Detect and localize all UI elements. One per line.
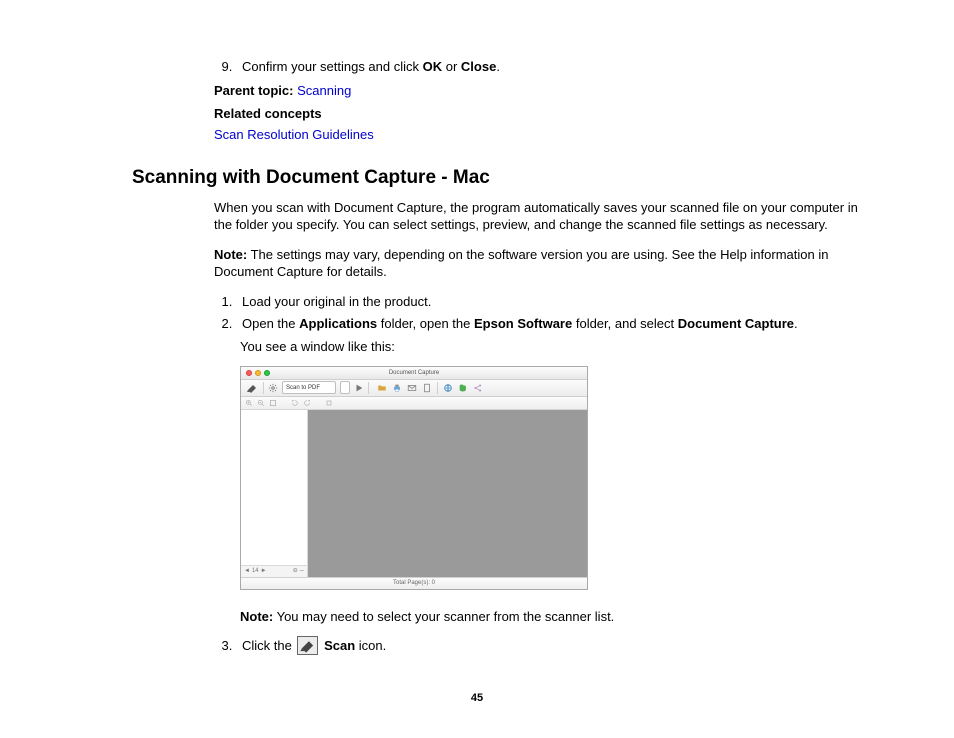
preview-area xyxy=(308,410,587,577)
s2-document-capture: Document Capture xyxy=(678,316,794,331)
step-9: Confirm your settings and click OK or Cl… xyxy=(236,58,864,76)
step9-close: Close xyxy=(461,59,496,74)
section-heading: Scanning with Document Capture - Mac xyxy=(132,165,864,191)
document-capture-window: Document Capture Scan to PDF xyxy=(240,366,588,590)
s2-pre: Open the xyxy=(242,316,299,331)
s2-mid1: folder, open the xyxy=(377,316,474,331)
steps-list: Load your original in the product. Open … xyxy=(214,293,864,332)
step-2: Open the Applications folder, open the E… xyxy=(236,315,864,333)
s2-epson-software: Epson Software xyxy=(474,316,572,331)
note1-text: The settings may vary, depending on the … xyxy=(214,247,828,280)
job-dropdown[interactable]: Scan to PDF xyxy=(282,381,336,394)
note1-label: Note: xyxy=(214,247,247,262)
note-1: Note: The settings may vary, depending o… xyxy=(214,246,864,281)
scan-inline-icon xyxy=(297,636,318,655)
fit-icon[interactable] xyxy=(269,399,277,407)
document-icon[interactable] xyxy=(422,383,432,393)
mail-icon[interactable] xyxy=(407,383,417,393)
toolbar-separator-3 xyxy=(437,382,438,394)
related-concepts-label: Related concepts xyxy=(214,105,864,123)
prev-page-icon[interactable]: ◄ xyxy=(244,567,250,575)
folder-icon[interactable] xyxy=(377,383,387,393)
step9-post: . xyxy=(496,59,500,74)
prev-step-9: Confirm your settings and click OK or Cl… xyxy=(214,58,864,143)
web-icon[interactable] xyxy=(443,383,453,393)
job-dropdown-value: Scan to PDF xyxy=(286,384,320,392)
scan-resolution-guidelines-link[interactable]: Scan Resolution Guidelines xyxy=(214,127,374,142)
printer-icon[interactable] xyxy=(392,383,402,393)
toolbar-separator xyxy=(263,382,264,394)
parent-topic-link[interactable]: Scanning xyxy=(297,83,351,98)
zoom-in-icon[interactable] xyxy=(245,399,253,407)
job-stepper[interactable] xyxy=(340,381,350,394)
yousee-line: You see a window like this: xyxy=(240,338,864,356)
main-toolbar: Scan to PDF xyxy=(241,380,587,397)
zoom-out-icon[interactable] xyxy=(257,399,265,407)
destination-icons xyxy=(377,382,483,394)
s3-scan-word: Scan xyxy=(320,638,355,653)
window-body: ◄ 14 ► ⊖ ─ xyxy=(241,410,587,577)
page-navigator: ◄ 14 ► ⊖ ─ xyxy=(241,565,307,577)
rotate-right-icon[interactable] xyxy=(303,399,311,407)
scan-icon[interactable] xyxy=(245,382,259,394)
run-job-icon[interactable] xyxy=(354,383,364,393)
s2-post: . xyxy=(794,316,798,331)
next-page-icon[interactable]: ► xyxy=(261,567,267,575)
status-text: Total Page(s): 0 xyxy=(393,579,435,587)
thumbnail-sidebar: ◄ 14 ► ⊖ ─ xyxy=(241,410,308,577)
gear-icon[interactable] xyxy=(268,383,278,393)
evernote-icon[interactable] xyxy=(458,383,468,393)
step9-ok: OK xyxy=(423,59,443,74)
s2-applications: Applications xyxy=(299,316,377,331)
note2-text: You may need to select your scanner from… xyxy=(273,609,614,624)
step-3: Click the Scan icon. xyxy=(236,637,864,656)
toolbar-separator-2 xyxy=(368,382,369,394)
mac-titlebar: Document Capture xyxy=(241,367,587,380)
document-page: Confirm your settings and click OK or Cl… xyxy=(0,0,954,656)
step-1: Load your original in the product. xyxy=(236,293,864,311)
zoom-out-small-icon[interactable]: ⊖ xyxy=(293,567,298,575)
s2-mid2: folder, and select xyxy=(572,316,678,331)
intro-paragraph: When you scan with Document Capture, the… xyxy=(214,199,864,234)
edit-icon[interactable] xyxy=(325,399,333,407)
s3-post: icon. xyxy=(355,638,386,653)
view-toolbar xyxy=(241,397,587,410)
page-value: 14 xyxy=(252,567,259,575)
parent-topic-label: Parent topic: xyxy=(214,83,293,98)
step9-pre: Confirm your settings and click xyxy=(242,59,423,74)
s3-pre: Click the xyxy=(242,638,295,653)
step9-mid: or xyxy=(442,59,461,74)
note2-label: Note: xyxy=(240,609,273,624)
steps-list-cont: Click the Scan icon. xyxy=(214,637,864,656)
section-body: When you scan with Document Capture, the… xyxy=(214,199,864,656)
rotate-left-icon[interactable] xyxy=(291,399,299,407)
share-icon[interactable] xyxy=(473,383,483,393)
page-number: 45 xyxy=(0,691,954,706)
status-bar: Total Page(s): 0 xyxy=(241,577,587,589)
parent-topic-line: Parent topic: Scanning xyxy=(214,82,864,100)
window-title: Document Capture xyxy=(241,369,587,377)
note-2: Note: You may need to select your scanne… xyxy=(240,608,864,626)
